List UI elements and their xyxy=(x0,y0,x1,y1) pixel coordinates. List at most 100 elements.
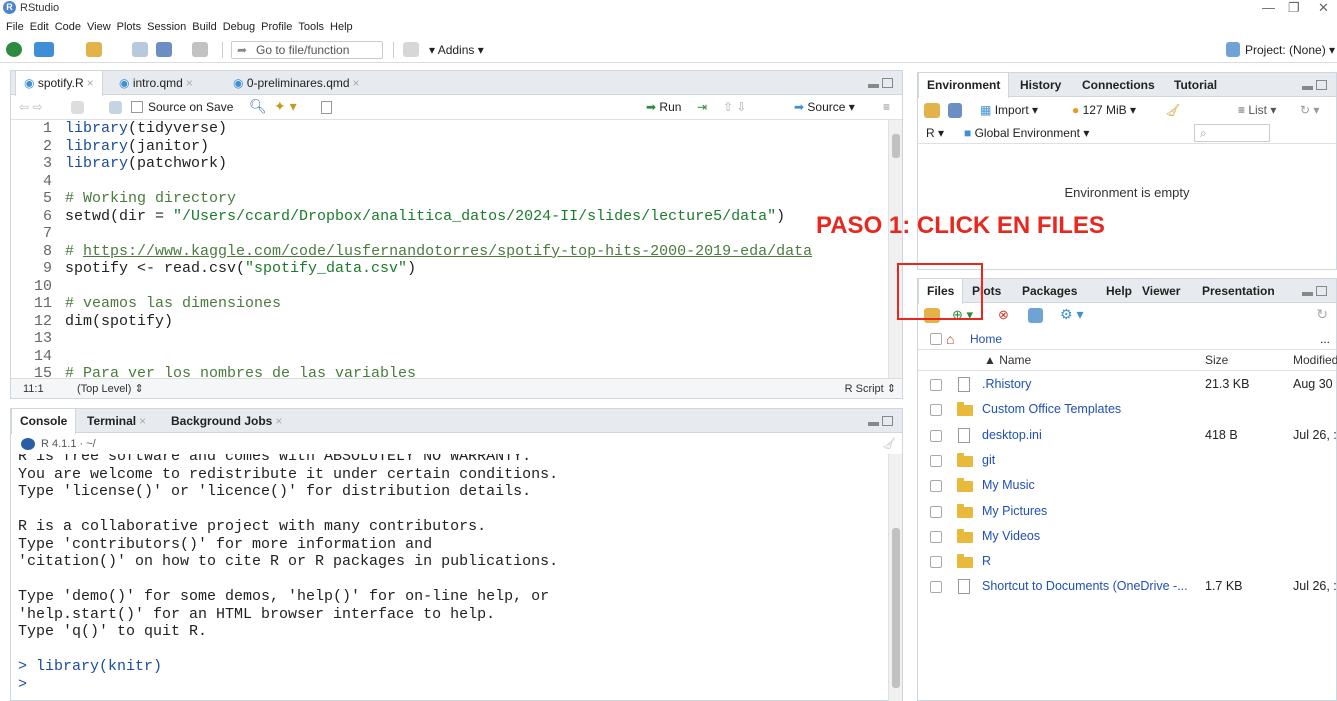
menu-debug[interactable]: Debug xyxy=(223,18,255,36)
scope-selector[interactable]: (Top Level) ⇕ xyxy=(77,379,144,399)
language-menu[interactable]: R ▾ xyxy=(926,122,944,144)
col-name[interactable]: ▲ Name xyxy=(984,350,1031,371)
code-line[interactable]: 3 library(patchwork) xyxy=(11,155,227,173)
code-line[interactable]: 7 xyxy=(11,225,65,243)
file-row[interactable]: My Videos xyxy=(918,524,1336,549)
file-row[interactable]: Custom Office Templates xyxy=(918,397,1336,422)
menu-tools[interactable]: Tools xyxy=(298,18,324,36)
tab-packages[interactable]: Packages xyxy=(1014,279,1085,303)
menu-file[interactable]: File xyxy=(6,18,24,36)
search-icon[interactable]: 🔍︎ xyxy=(249,98,267,115)
col-size[interactable]: Size xyxy=(1205,350,1228,371)
tab-terminal[interactable]: Terminal × xyxy=(79,409,154,433)
select-all-checkbox[interactable] xyxy=(930,333,942,345)
code-line[interactable]: 9 spotify <- read.csv("spotify_data.csv") xyxy=(11,260,416,278)
menu-profile[interactable]: Profile xyxy=(261,18,292,36)
editor-minmax[interactable] xyxy=(868,76,896,90)
tab-environment[interactable]: Environment xyxy=(918,73,1010,98)
close-button[interactable]: ✕ xyxy=(1318,0,1329,16)
home-link[interactable]: Home xyxy=(970,328,1002,350)
refresh-icon[interactable]: ↻ ▾ xyxy=(1300,98,1319,122)
tab-tutorial[interactable]: Tutorial xyxy=(1166,73,1225,97)
tab-presentation[interactable]: Presentation xyxy=(1194,279,1283,303)
tab-intro-qmd[interactable]: ◉ intro.qmd × xyxy=(111,71,201,95)
rename-icon[interactable] xyxy=(1028,308,1043,323)
save-icon[interactable] xyxy=(132,42,148,57)
tab-viewer[interactable]: Viewer xyxy=(1134,279,1188,303)
new-file-icon[interactable] xyxy=(6,42,22,57)
col-modified[interactable]: Modified xyxy=(1293,350,1337,371)
menu-session[interactable]: Session xyxy=(147,18,186,36)
load-workspace-icon[interactable] xyxy=(924,103,940,118)
file-name-link[interactable]: Shortcut to Documents (OneDrive -... xyxy=(982,574,1188,599)
file-row[interactable]: R xyxy=(918,549,1336,574)
file-checkbox[interactable] xyxy=(930,530,942,543)
code-line[interactable]: 11 # veamos las dimensiones xyxy=(11,295,281,313)
file-name-link[interactable]: My Music xyxy=(982,473,1035,498)
tab-preliminares-qmd[interactable]: ◉ 0-preliminares.qmd × xyxy=(225,71,368,95)
file-checkbox[interactable] xyxy=(930,454,942,467)
new-project-icon[interactable] xyxy=(34,42,54,57)
file-checkbox[interactable] xyxy=(930,556,942,569)
file-checkbox[interactable] xyxy=(930,404,942,417)
console-scrollbar[interactable] xyxy=(888,454,902,701)
code-line[interactable]: 5 # Working directory xyxy=(11,190,236,208)
filetype-selector[interactable]: R Script ⇕ xyxy=(845,379,896,399)
menu-help[interactable]: Help xyxy=(330,18,353,36)
menu-view[interactable]: View xyxy=(87,18,111,36)
code-line[interactable]: 8 # https://www.kaggle.com/code/lusfernan… xyxy=(11,243,812,261)
rerun-icon[interactable]: ⇥ xyxy=(697,100,707,114)
source-on-save-checkbox[interactable] xyxy=(131,101,143,113)
file-checkbox[interactable] xyxy=(930,480,942,493)
broom-icon[interactable]: 🧹︎ xyxy=(1165,98,1180,122)
menu-edit[interactable]: Edit xyxy=(30,18,49,36)
print-icon[interactable] xyxy=(192,42,208,57)
refresh-icon[interactable]: ↻ xyxy=(1316,306,1328,323)
file-name-link[interactable]: Custom Office Templates xyxy=(982,397,1121,422)
import-dataset-menu[interactable]: ▦ Import ▾ xyxy=(980,98,1038,122)
open-file-icon[interactable] xyxy=(86,42,102,57)
save-workspace-icon[interactable] xyxy=(948,103,962,118)
file-row[interactable]: Shortcut to Documents (OneDrive -... 1.7 … xyxy=(918,574,1337,599)
file-name-link[interactable]: desktop.ini xyxy=(982,423,1042,448)
show-in-window-icon[interactable] xyxy=(71,101,84,114)
file-checkbox[interactable] xyxy=(930,581,942,594)
environment-search-input[interactable]: ⌕ xyxy=(1194,124,1270,142)
file-row[interactable]: .Rhistory 21.3 KB Aug 30 xyxy=(918,372,1336,397)
menu-code[interactable]: Code xyxy=(55,18,81,36)
code-line[interactable]: 4 xyxy=(11,173,65,191)
back-forward-icon[interactable]: ⇦ ⇨ xyxy=(19,100,42,114)
delete-icon[interactable]: ⊗ xyxy=(998,307,1009,323)
addins-dropdown[interactable]: ▾ Addins ▾ xyxy=(429,43,484,57)
files-minmax[interactable] xyxy=(1302,284,1330,298)
file-checkbox[interactable] xyxy=(930,379,942,391)
file-name-link[interactable]: My Pictures xyxy=(982,499,1047,524)
tab-connections[interactable]: Connections xyxy=(1074,73,1163,97)
editor-scrollbar[interactable] xyxy=(888,120,902,378)
more-path-button[interactable]: ... xyxy=(1320,328,1330,350)
console-output[interactable]: R is free software and comes with ABSOLU… xyxy=(11,454,889,701)
file-checkbox[interactable] xyxy=(930,429,942,442)
wand-icon[interactable]: ✦ ▾ xyxy=(274,98,297,115)
code-line[interactable]: 13 xyxy=(11,330,65,348)
tab-background-jobs[interactable]: Background Jobs × xyxy=(163,409,290,433)
file-row[interactable]: git xyxy=(918,448,1336,473)
minimize-button[interactable]: — xyxy=(1262,0,1275,15)
global-environment-menu[interactable]: ■ Global Environment ▾ xyxy=(964,122,1089,144)
editor-menu-icon[interactable]: ≡ xyxy=(883,100,890,114)
broom-icon[interactable]: 🧹︎ xyxy=(882,434,896,454)
more-gear-icon[interactable]: ⚙ ▾ xyxy=(1060,306,1083,323)
grid-layout-icon[interactable] xyxy=(403,42,419,57)
file-checkbox[interactable] xyxy=(930,505,942,518)
code-line[interactable]: 14 xyxy=(11,348,65,366)
up-down-icon[interactable]: ⇧ ⇩ xyxy=(723,100,746,114)
restore-button[interactable]: ❐ xyxy=(1288,0,1300,16)
file-row[interactable]: desktop.ini 418 B Jul 26, : xyxy=(918,423,1337,448)
tab-console[interactable]: Console xyxy=(11,409,77,434)
goto-file-input[interactable]: ➦ Go to file/function xyxy=(231,41,383,59)
file-name-link[interactable]: .Rhistory xyxy=(982,372,1031,397)
tab-spotify-r[interactable]: ◉ spotify.R × xyxy=(15,71,103,96)
file-name-link[interactable]: My Videos xyxy=(982,524,1040,549)
file-row[interactable]: My Music xyxy=(918,473,1336,498)
save-all-icon[interactable] xyxy=(156,42,172,57)
